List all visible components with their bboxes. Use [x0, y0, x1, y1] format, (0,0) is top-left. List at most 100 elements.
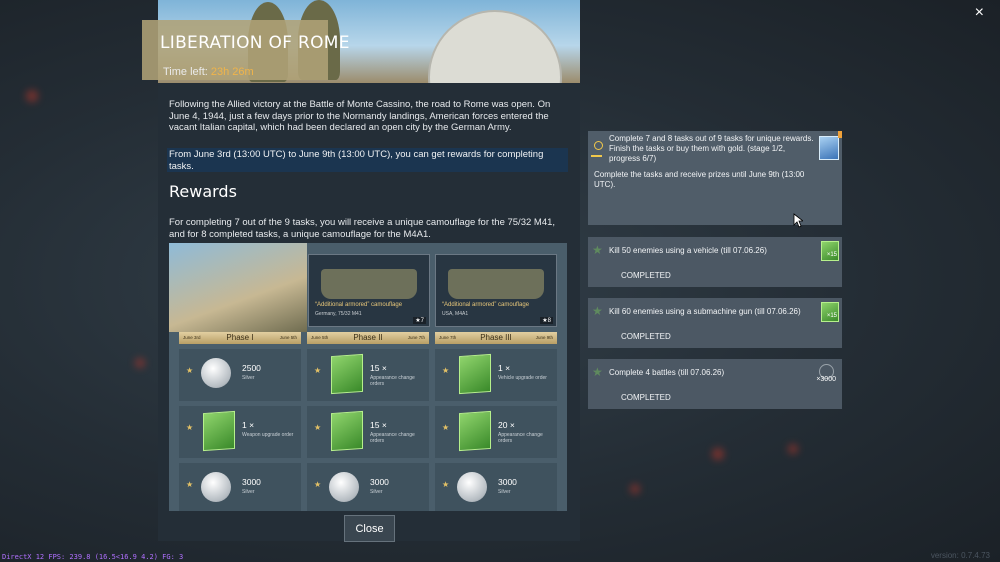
- background-ember: [712, 448, 724, 460]
- reward-value: 15 ×: [370, 420, 387, 430]
- reward-label: Appearance change orders: [370, 375, 415, 387]
- phase-bar-1: June 3rd Phase I June 5th: [179, 332, 301, 344]
- camo-vehicle: Germany, 75/32 M41: [315, 311, 362, 317]
- corner-marker: [838, 131, 842, 138]
- star-icon: ★: [442, 423, 450, 432]
- reward-label: Appearance change orders: [370, 432, 415, 444]
- star-icon: ★: [186, 366, 194, 375]
- reward-cell[interactable]: ★ 20 × Appearance change orders: [435, 406, 557, 458]
- task-card[interactable]: ★ Complete 4 battles (till 07.06.26) COM…: [588, 359, 842, 409]
- time-left: Time left: 23h 26m: [163, 66, 254, 78]
- camo-vehicle: USA, M4A1: [442, 311, 469, 317]
- star-icon: ★: [314, 366, 322, 375]
- reward-cell[interactable]: ★ 15 × Appearance change orders: [307, 349, 429, 401]
- phase-end: June 7th: [407, 335, 425, 340]
- appearance-order-icon: [459, 410, 491, 452]
- star-icon: ★: [442, 366, 450, 375]
- appearance-order-icon: [331, 353, 363, 395]
- task-reward: ×15: [826, 313, 837, 319]
- phase-end: June 9th: [535, 335, 553, 340]
- task-reward: ×3000: [816, 376, 836, 383]
- task-card[interactable]: ★ Kill 60 enemies using a submachine gun…: [588, 298, 842, 348]
- reward-cell[interactable]: ★ 1 × Weapon upgrade order: [179, 406, 301, 458]
- version-label: version: 0.7.4.73: [930, 551, 990, 560]
- star-icon: ★: [186, 480, 194, 489]
- progress-card: Complete 7 and 8 tasks out of 9 tasks fo…: [588, 131, 842, 225]
- star-icon: ★: [314, 423, 322, 432]
- phase-bar-3: June 7th Phase III June 9th: [435, 332, 557, 344]
- star-icon: ★: [592, 304, 603, 318]
- task-name: Kill 60 enemies using a submachine gun (…: [609, 307, 801, 316]
- camo-stars: ★7: [413, 317, 426, 324]
- reward-cell[interactable]: ★ 1 × Vehicle upgrade order: [435, 349, 557, 401]
- dome-shape: [428, 10, 562, 83]
- appearance-order-icon: [821, 302, 839, 322]
- appearance-order-icon: [331, 410, 363, 452]
- reward-label: Silver: [242, 489, 255, 495]
- reward-value: 1 ×: [498, 363, 511, 373]
- star-icon: ★: [442, 480, 450, 489]
- phase-bar-2: June 5th Phase II June 7th: [307, 332, 429, 344]
- camo-caption: “Additional armored” camouflage: [442, 302, 530, 308]
- task-card[interactable]: ★ Kill 50 enemies using a vehicle (till …: [588, 237, 842, 287]
- rewards-art-image: [169, 243, 307, 332]
- event-title: LIBERATION OF ROME: [160, 33, 350, 53]
- reward-cell[interactable]: ★ 2500 Silver: [179, 349, 301, 401]
- progress-deadline: Complete the tasks and receive prizes un…: [594, 170, 805, 189]
- reward-label: Weapon upgrade order: [242, 432, 294, 438]
- reward-cell[interactable]: ★ 15 × Appearance change orders: [307, 406, 429, 458]
- mouse-cursor-icon: [793, 213, 803, 228]
- vehicle-upgrade-order-icon: [459, 353, 491, 395]
- star-icon: ★: [592, 365, 603, 379]
- reward-cell[interactable]: ★ 3000 Silver: [307, 463, 429, 511]
- reward-label: Silver: [498, 489, 511, 495]
- silver-coins-icon: [201, 472, 231, 502]
- background-ember: [26, 90, 38, 102]
- star-icon: ★: [186, 423, 194, 432]
- silver-coins-icon: [457, 472, 487, 502]
- event-description: Following the Allied victory at the Batt…: [169, 99, 551, 133]
- reward-label: Silver: [370, 489, 383, 495]
- time-left-label: Time left:: [163, 66, 208, 78]
- star-icon: ★: [592, 243, 603, 257]
- reward-cell[interactable]: ★ 3000 Silver: [435, 463, 557, 511]
- reward-value: 3000: [370, 477, 389, 487]
- task-name: Kill 50 enemies using a vehicle (till 07…: [609, 246, 767, 255]
- background-ember: [630, 484, 640, 494]
- background-ember: [788, 444, 798, 454]
- camo-stars: ★8: [540, 317, 553, 324]
- reward-label: Appearance change orders: [498, 432, 543, 444]
- skip-arrow-icon[interactable]: [819, 136, 839, 160]
- progress-text: Complete 7 and 8 tasks out of 9 tasks fo…: [609, 134, 814, 163]
- camo-card-m41[interactable]: “Additional armored” camouflage Germany,…: [308, 254, 430, 327]
- background-ember: [135, 358, 145, 368]
- close-button[interactable]: Close: [344, 515, 395, 542]
- reward-value: 15 ×: [370, 363, 387, 373]
- silver-coins-icon: [329, 472, 359, 502]
- reward-value: 20 ×: [498, 420, 515, 430]
- reward-label: Vehicle upgrade order: [498, 375, 547, 381]
- task-reward: ×15: [826, 252, 837, 258]
- rewards-area: “Additional armored” camouflage Germany,…: [169, 243, 567, 511]
- tank-image: [448, 269, 544, 299]
- task-status: COMPLETED: [621, 332, 671, 341]
- time-left-value: 23h 26m: [210, 66, 254, 78]
- reward-cell[interactable]: ★ 3000 Silver: [179, 463, 301, 511]
- weapon-upgrade-order-icon: [203, 410, 235, 452]
- silver-coins-icon: [201, 358, 231, 388]
- phase-end: June 5th: [279, 335, 297, 340]
- close-icon[interactable]: ×: [975, 4, 984, 22]
- star-icon: ★: [314, 480, 322, 489]
- camo-caption: “Additional armored” camouflage: [315, 302, 403, 308]
- task-status: COMPLETED: [621, 393, 671, 402]
- lightbulb-icon: [594, 141, 603, 150]
- rewards-description: For completing 7 out of the 9 tasks, you…: [169, 217, 556, 240]
- reward-value: 3000: [242, 477, 261, 487]
- progress-indicator: [591, 155, 602, 157]
- appearance-order-icon: [821, 241, 839, 261]
- reward-value: 1 ×: [242, 420, 255, 430]
- fps-counter: DirectX 12 FPS: 239.8 (16.5<16.9 4.2) FG…: [2, 553, 184, 561]
- camo-card-m4a1[interactable]: “Additional armored” camouflage USA, M4A…: [435, 254, 557, 327]
- rewards-heading: Rewards: [169, 182, 237, 201]
- reward-label: Silver: [242, 375, 255, 381]
